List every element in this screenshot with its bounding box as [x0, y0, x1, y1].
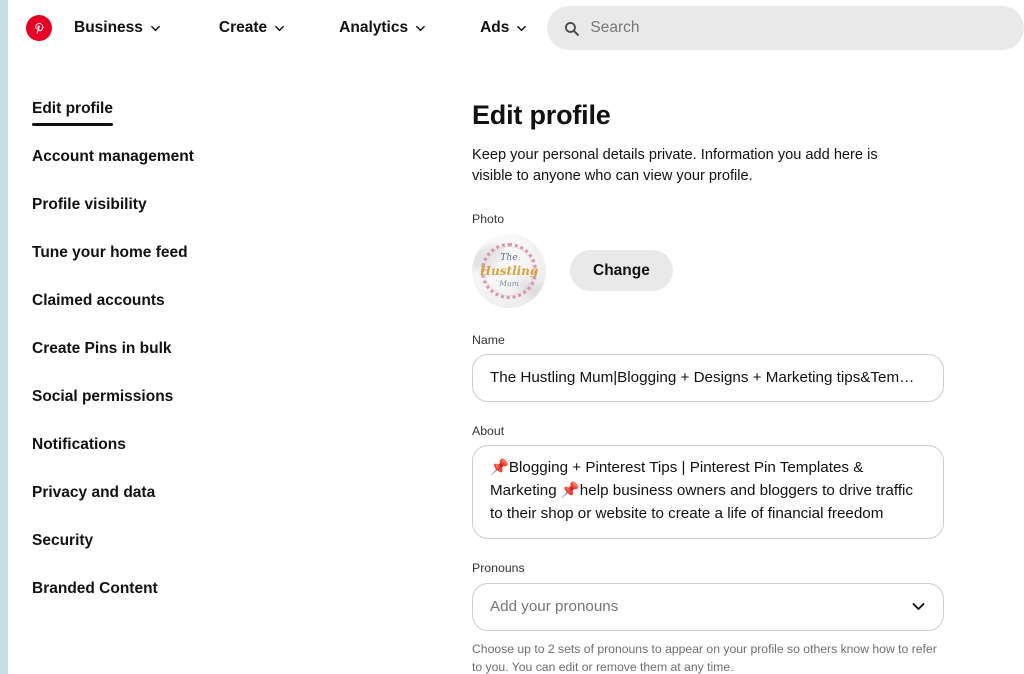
name-input[interactable]: [472, 353, 944, 402]
search-icon: [565, 21, 580, 36]
about-label: About: [472, 423, 505, 438]
top-navigation-bar: Business Create Analytics Ads: [8, 0, 1024, 56]
sidebar-item-tune-your-home-feed[interactable]: Tune your home feed: [32, 245, 188, 263]
pronouns-select-value: Add your pronouns: [490, 598, 619, 616]
name-label: Name: [472, 332, 505, 347]
sidebar-item-label: Privacy and data: [32, 484, 156, 501]
sidebar-item-label: Account management: [32, 148, 194, 165]
sidebar-item-claimed-accounts[interactable]: Claimed accounts: [32, 293, 165, 311]
sidebar-item-create-pins-in-bulk[interactable]: Create Pins in bulk: [32, 341, 172, 359]
pronouns-helper-text: Choose up to 2 sets of pronouns to appea…: [472, 641, 937, 674]
avatar-text-line2: Hustling: [479, 263, 539, 278]
sidebar-item-label: Security: [32, 532, 94, 549]
sidebar-item-edit-profile[interactable]: Edit profile: [32, 100, 113, 125]
chevron-down-icon: [416, 25, 425, 31]
sidebar-item-label: Profile visibility: [32, 196, 147, 213]
sidebar-item-label: Claimed accounts: [32, 292, 165, 309]
edit-profile-panel: Edit profile Keep your personal details …: [472, 100, 952, 674]
sidebar-item-social-permissions[interactable]: Social permissions: [32, 389, 173, 407]
sidebar-item-notifications[interactable]: Notifications: [32, 437, 126, 455]
nav-item-ads-label: Ads: [480, 19, 510, 36]
photo-label: Photo: [472, 212, 505, 227]
sidebar-item-account-management[interactable]: Account management: [32, 149, 194, 167]
sidebar-item-profile-visibility[interactable]: Profile visibility: [32, 197, 147, 215]
pronouns-select[interactable]: Add your pronouns: [472, 582, 944, 631]
about-textarea[interactable]: [472, 445, 944, 540]
sidebar-item-label: Tune your home feed: [32, 244, 188, 261]
chevron-down-icon: [151, 25, 160, 31]
avatar[interactable]: The Hustling Mum: [472, 233, 546, 308]
settings-sidebar: Edit profile Account management Profile …: [8, 100, 438, 628]
avatar-text-line1: The: [500, 252, 518, 263]
page-title: Edit profile: [472, 100, 611, 130]
nav-item-create-label: Create: [218, 19, 268, 36]
nav-item-analytics-label: Analytics: [339, 19, 409, 36]
about-field: About: [472, 423, 952, 540]
avatar-text-line3: Mum: [499, 278, 519, 288]
sidebar-item-label: Branded Content: [32, 580, 158, 597]
pronouns-field: Pronouns Add your pronouns Choose up to …: [472, 562, 952, 674]
change-photo-button[interactable]: Change: [570, 249, 673, 292]
name-field: Name: [472, 332, 952, 402]
page-description: Keep your personal details private. Info…: [472, 147, 878, 185]
search-input[interactable]: [590, 6, 1008, 50]
search-bar[interactable]: [547, 6, 1024, 50]
nav-item-business-label: Business: [74, 19, 143, 36]
sidebar-item-label: Notifications: [32, 436, 126, 453]
photo-field: Photo The Hustling Mum Change: [472, 212, 952, 308]
nav-item-analytics[interactable]: Analytics: [329, 13, 436, 43]
sidebar-item-label: Edit profile: [32, 100, 113, 117]
nav-item-create[interactable]: Create: [209, 13, 295, 43]
chevron-down-icon: [275, 25, 285, 31]
sidebar-item-branded-content[interactable]: Branded Content: [32, 581, 158, 599]
nav-item-business[interactable]: Business: [64, 13, 171, 43]
pinterest-logo-icon[interactable]: [26, 15, 52, 41]
chevron-down-icon: [517, 25, 527, 31]
sidebar-item-label: Create Pins in bulk: [32, 340, 172, 357]
chevron-down-icon: [912, 603, 925, 610]
sidebar-item-security[interactable]: Security: [32, 533, 93, 551]
sidebar-item-privacy-and-data[interactable]: Privacy and data: [32, 485, 155, 503]
left-accent-strip: [0, 0, 8, 674]
sidebar-item-label: Social permissions: [32, 388, 174, 405]
nav-item-ads[interactable]: Ads: [470, 13, 537, 43]
pronouns-label: Pronouns: [472, 561, 525, 576]
